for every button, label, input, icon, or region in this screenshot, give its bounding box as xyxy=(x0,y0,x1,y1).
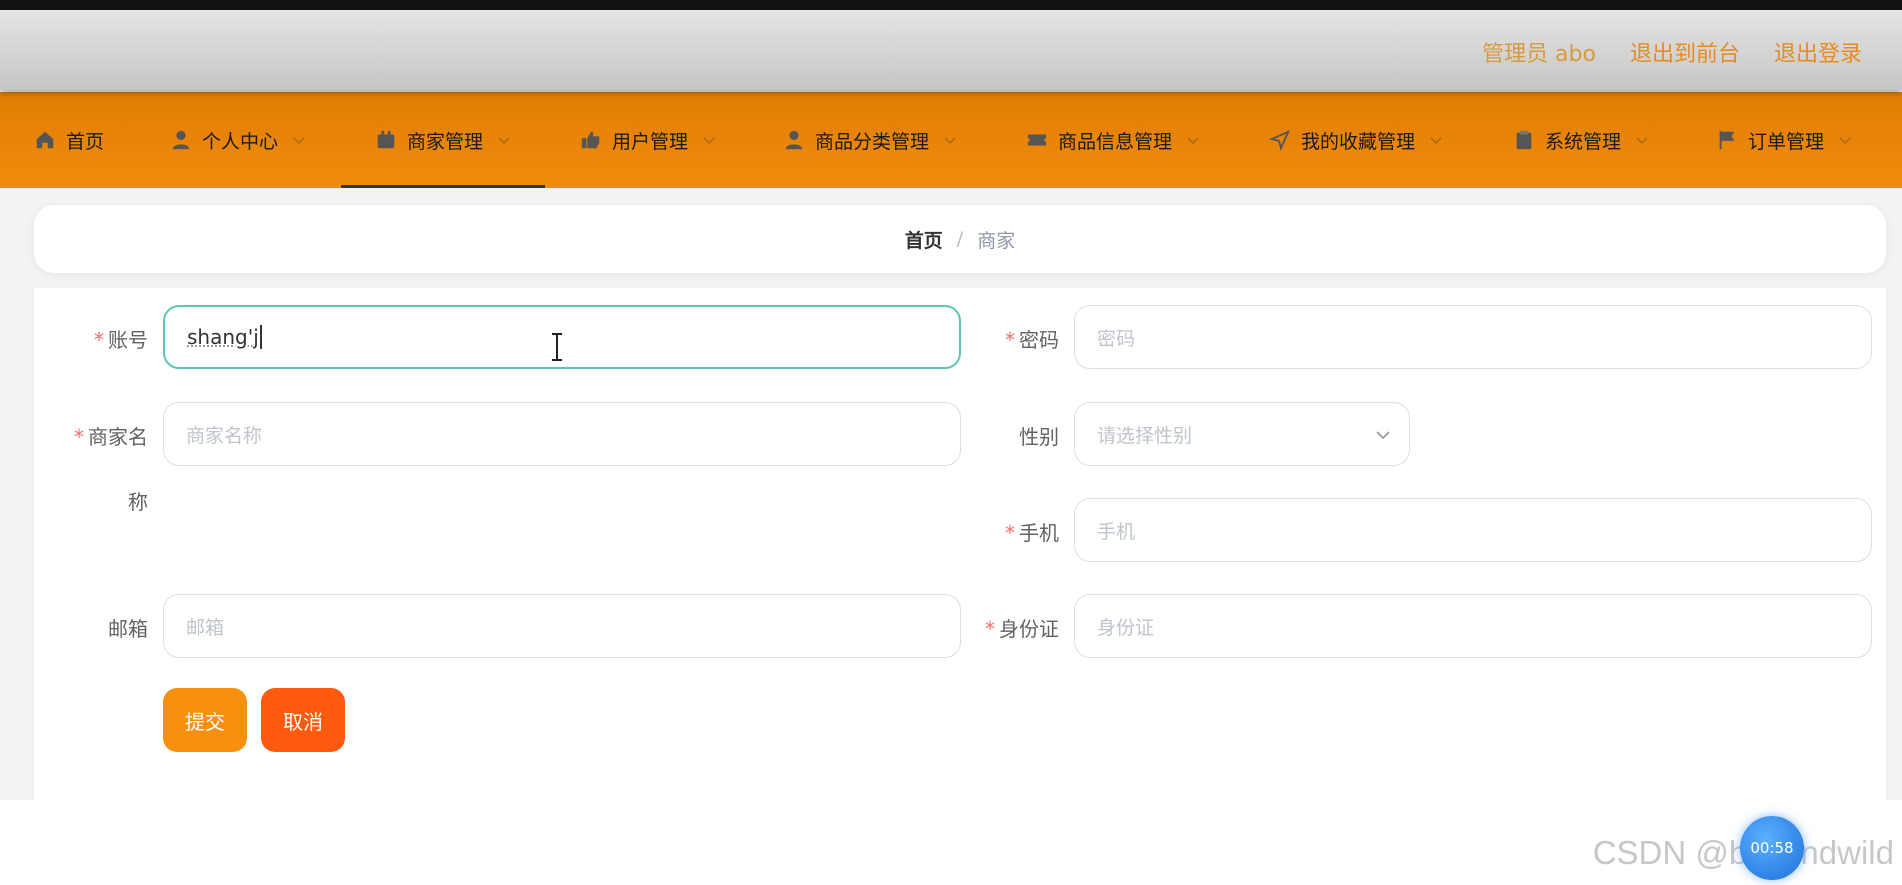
gender-placeholder: 请选择性别 xyxy=(1097,424,1193,447)
email-label: 邮箱 xyxy=(108,617,148,641)
password-placeholder: 密码 xyxy=(1097,327,1136,350)
chevron-down-icon xyxy=(1376,431,1390,440)
password-input[interactable]: 密码 xyxy=(1074,305,1872,369)
nav-item-home[interactable]: 首页 xyxy=(34,92,104,188)
user-icon xyxy=(785,130,803,150)
email-placeholder: 邮箱 xyxy=(186,616,225,639)
user-icon xyxy=(172,130,190,150)
clipboard-icon xyxy=(1516,130,1532,150)
merchant-name-input[interactable]: 商家名称 xyxy=(163,402,961,466)
ibeam-cursor-icon xyxy=(552,333,562,361)
cancel-button[interactable]: 取消 xyxy=(261,688,345,752)
nav-item-favorites-management[interactable]: 我的收藏管理 xyxy=(1269,92,1443,188)
account-value: shang'j xyxy=(187,325,259,349)
thumb-icon xyxy=(581,131,600,149)
chevron-down-icon xyxy=(944,137,956,145)
nav-label: 商品信息管理 xyxy=(1058,130,1173,153)
chevron-down-icon xyxy=(1636,137,1648,145)
merchant-name-label: * 商家名 xyxy=(74,425,148,449)
breadcrumb-separator: / xyxy=(956,228,964,250)
chevron-down-icon xyxy=(293,137,305,145)
phone-placeholder: 手机 xyxy=(1097,520,1136,543)
nav-label: 系统管理 xyxy=(1545,130,1622,153)
merchant-name-placeholder: 商家名称 xyxy=(186,424,263,447)
id-card-input[interactable]: 身份证 xyxy=(1074,594,1872,658)
nav-item-product-management[interactable]: 商品信息管理 xyxy=(1026,92,1200,188)
nav-item-user-management[interactable]: 用户管理 xyxy=(580,92,716,188)
chevron-down-icon xyxy=(498,137,510,145)
chevron-down-icon xyxy=(1839,137,1851,145)
ticket-icon xyxy=(1027,134,1047,146)
home-icon xyxy=(36,131,54,149)
nav-label: 订单管理 xyxy=(1748,130,1825,153)
chevron-down-icon xyxy=(703,137,715,145)
gender-select[interactable]: 请选择性别 xyxy=(1074,402,1410,466)
nav-label: 商家管理 xyxy=(407,130,484,153)
id-card-placeholder: 身份证 xyxy=(1097,616,1155,639)
id-card-label: * 身份证 xyxy=(985,617,1059,641)
logout-link[interactable]: 退出登录 xyxy=(1774,36,1862,68)
password-label: * 密码 xyxy=(1005,328,1059,352)
submit-button[interactable]: 提交 xyxy=(163,688,247,752)
nav-item-personal-center[interactable]: 个人中心 xyxy=(170,92,306,188)
store-icon xyxy=(377,130,395,149)
email-input[interactable]: 邮箱 xyxy=(163,594,961,658)
nav-label: 个人中心 xyxy=(202,130,279,153)
exit-to-front-link[interactable]: 退出到前台 xyxy=(1630,36,1740,68)
nav-item-merchant-management[interactable]: 商家管理 xyxy=(340,92,546,188)
breadcrumb-current: 商家 xyxy=(977,229,1016,252)
nav-item-order-management[interactable]: 订单管理 xyxy=(1716,92,1852,188)
nav-label: 用户管理 xyxy=(612,130,689,153)
breadcrumb-home[interactable]: 首页 xyxy=(905,226,943,253)
chevron-down-icon xyxy=(1187,137,1199,145)
nav-item-system-management[interactable]: 系统管理 xyxy=(1513,92,1649,188)
nav-label: 首页 xyxy=(66,130,105,153)
merchant-name-label-wrap: 称 xyxy=(128,490,148,514)
account-label: * 账号 xyxy=(94,328,148,352)
recording-timer[interactable]: 00:58 xyxy=(1740,816,1804,880)
breadcrumb: 首页 / 商家 xyxy=(34,205,1886,273)
phone-input[interactable]: 手机 xyxy=(1074,498,1872,562)
chevron-down-icon xyxy=(1430,137,1442,145)
top-header: 管理员 abo 退出到前台 退出登录 xyxy=(0,10,1902,90)
nav-label: 我的收藏管理 xyxy=(1301,130,1416,153)
window-top-strip xyxy=(0,0,1902,10)
gender-label: 性别 xyxy=(1019,425,1059,449)
nav-label: 商品分类管理 xyxy=(815,130,930,153)
main-nav: 首页 个人中心 商家管理 用户管理 商品分类管理 商品信息管理 我的收藏管理 系… xyxy=(0,92,1902,188)
text-caret xyxy=(259,325,262,349)
nav-item-category-management[interactable]: 商品分类管理 xyxy=(783,92,957,188)
phone-label: * 手机 xyxy=(1005,521,1059,545)
admin-name: 管理员 abo xyxy=(1482,42,1596,67)
header-links: 管理员 abo 退出到前台 退出登录 xyxy=(1482,36,1862,68)
send-icon xyxy=(1269,129,1291,151)
flag-icon xyxy=(1719,130,1735,150)
